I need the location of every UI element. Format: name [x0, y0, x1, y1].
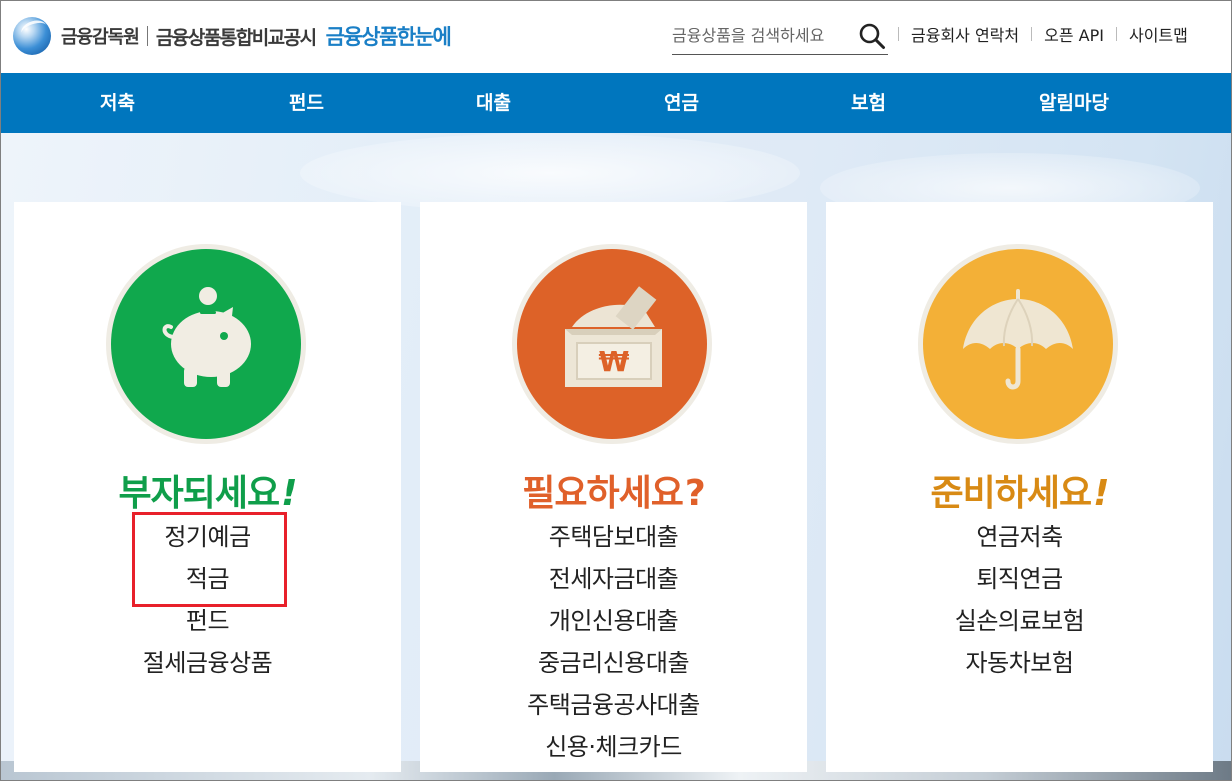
- link-jeonse-loan[interactable]: 전세자금대출: [420, 558, 807, 600]
- piggy-bank-icon: [111, 249, 301, 439]
- logo-title: 금융상품통합비교공시: [155, 26, 317, 49]
- link-credit-check-card[interactable]: 신용·체크카드: [420, 726, 807, 768]
- site-header: 금융감독원 금융상품통합비교공시 금융상품한눈에 금융회사 연락처 오픈 API…: [0, 0, 1232, 73]
- icon-circle: [918, 244, 1118, 444]
- money-box-icon: ₩: [517, 249, 707, 439]
- util-divider: [1115, 27, 1117, 41]
- link-hf-loan[interactable]: 주택금융공사대출: [420, 684, 807, 726]
- won-symbol: ₩: [599, 345, 630, 378]
- link-auto-insurance[interactable]: 자동차보험: [826, 642, 1213, 684]
- umbrella-icon: [923, 249, 1113, 439]
- link-tax-saving-products[interactable]: 절세금융상품: [14, 642, 401, 684]
- card-loans: ₩ 필요하세요? 주택담보대출 전세자금대출 개인신용대출 중금리신용대출 주택…: [420, 202, 807, 772]
- util-divider: [898, 27, 899, 41]
- card-title-mark: !: [281, 473, 297, 514]
- link-installment-savings[interactable]: 적금: [14, 558, 401, 600]
- icon-circle: [106, 244, 306, 444]
- card-link-list: 연금저축 퇴직연금 실손의료보험 자동차보험: [826, 516, 1213, 684]
- nav-item-loans[interactable]: 대출: [476, 73, 511, 133]
- sitemap-link[interactable]: 사이트맵: [1129, 22, 1188, 46]
- search-icon[interactable]: [858, 22, 886, 50]
- card-retirement: 준비하세요! 연금저축 퇴직연금 실손의료보험 자동차보험: [826, 202, 1213, 772]
- nav-item-notices[interactable]: 알림마당: [1039, 73, 1109, 133]
- util-divider: [1031, 27, 1033, 41]
- nav-item-savings[interactable]: 저축: [100, 73, 135, 133]
- card-savings: 부자되세요! 정기예금 적금 펀드 절세금융상품: [14, 202, 401, 772]
- logo-subtitle: 금융상품한눈에: [325, 25, 452, 49]
- link-personal-credit-loan[interactable]: 개인신용대출: [420, 600, 807, 642]
- search-input[interactable]: [672, 23, 852, 47]
- logo-divider: [146, 26, 148, 46]
- card-title-text: 부자되세요: [118, 473, 280, 514]
- card-title-mark: !: [1093, 473, 1109, 514]
- card-link-list: 주택담보대출 전세자금대출 개인신용대출 중금리신용대출 주택금융공사대출 신용…: [420, 516, 807, 768]
- fss-globe-icon: [13, 17, 51, 55]
- icon-circle: ₩: [512, 244, 712, 444]
- card-title: 준비하세요!: [826, 464, 1213, 516]
- utility-links: 금융회사 연락처 오픈 API 사이트맵: [898, 22, 1188, 46]
- nav-item-pension[interactable]: 연금: [664, 73, 699, 133]
- main-nav: 저축 펀드 대출 연금 보험 알림마당: [0, 73, 1232, 133]
- link-mortgage-loan[interactable]: 주택담보대출: [420, 516, 807, 558]
- link-retirement-pension[interactable]: 퇴직연금: [826, 558, 1213, 600]
- link-time-deposit[interactable]: 정기예금: [14, 516, 401, 558]
- card-title-mark: ?: [684, 473, 706, 514]
- nav-item-insurance[interactable]: 보험: [851, 73, 886, 133]
- card-link-list: 정기예금 적금 펀드 절세금융상품: [14, 516, 401, 684]
- link-funds[interactable]: 펀드: [14, 600, 401, 642]
- open-api-link[interactable]: 오픈 API: [1044, 22, 1104, 46]
- card-title-text: 준비하세요: [930, 473, 1092, 514]
- financial-company-contacts-link[interactable]: 금융회사 연락처: [911, 22, 1019, 46]
- link-mid-rate-credit-loan[interactable]: 중금리신용대출: [420, 642, 807, 684]
- logo-org-name: 금융감독원: [61, 27, 140, 48]
- card-title: 부자되세요!: [14, 464, 401, 516]
- background-cloud: [300, 133, 800, 213]
- card-title-text: 필요하세요: [522, 473, 684, 514]
- nav-item-funds[interactable]: 펀드: [289, 73, 324, 133]
- site-logo[interactable]: 금융감독원 금융상품통합비교공시 금융상품한눈에: [13, 14, 452, 58]
- link-medical-insurance[interactable]: 실손의료보험: [826, 600, 1213, 642]
- card-title: 필요하세요?: [420, 464, 807, 516]
- link-pension-savings[interactable]: 연금저축: [826, 516, 1213, 558]
- search-box: [672, 15, 888, 55]
